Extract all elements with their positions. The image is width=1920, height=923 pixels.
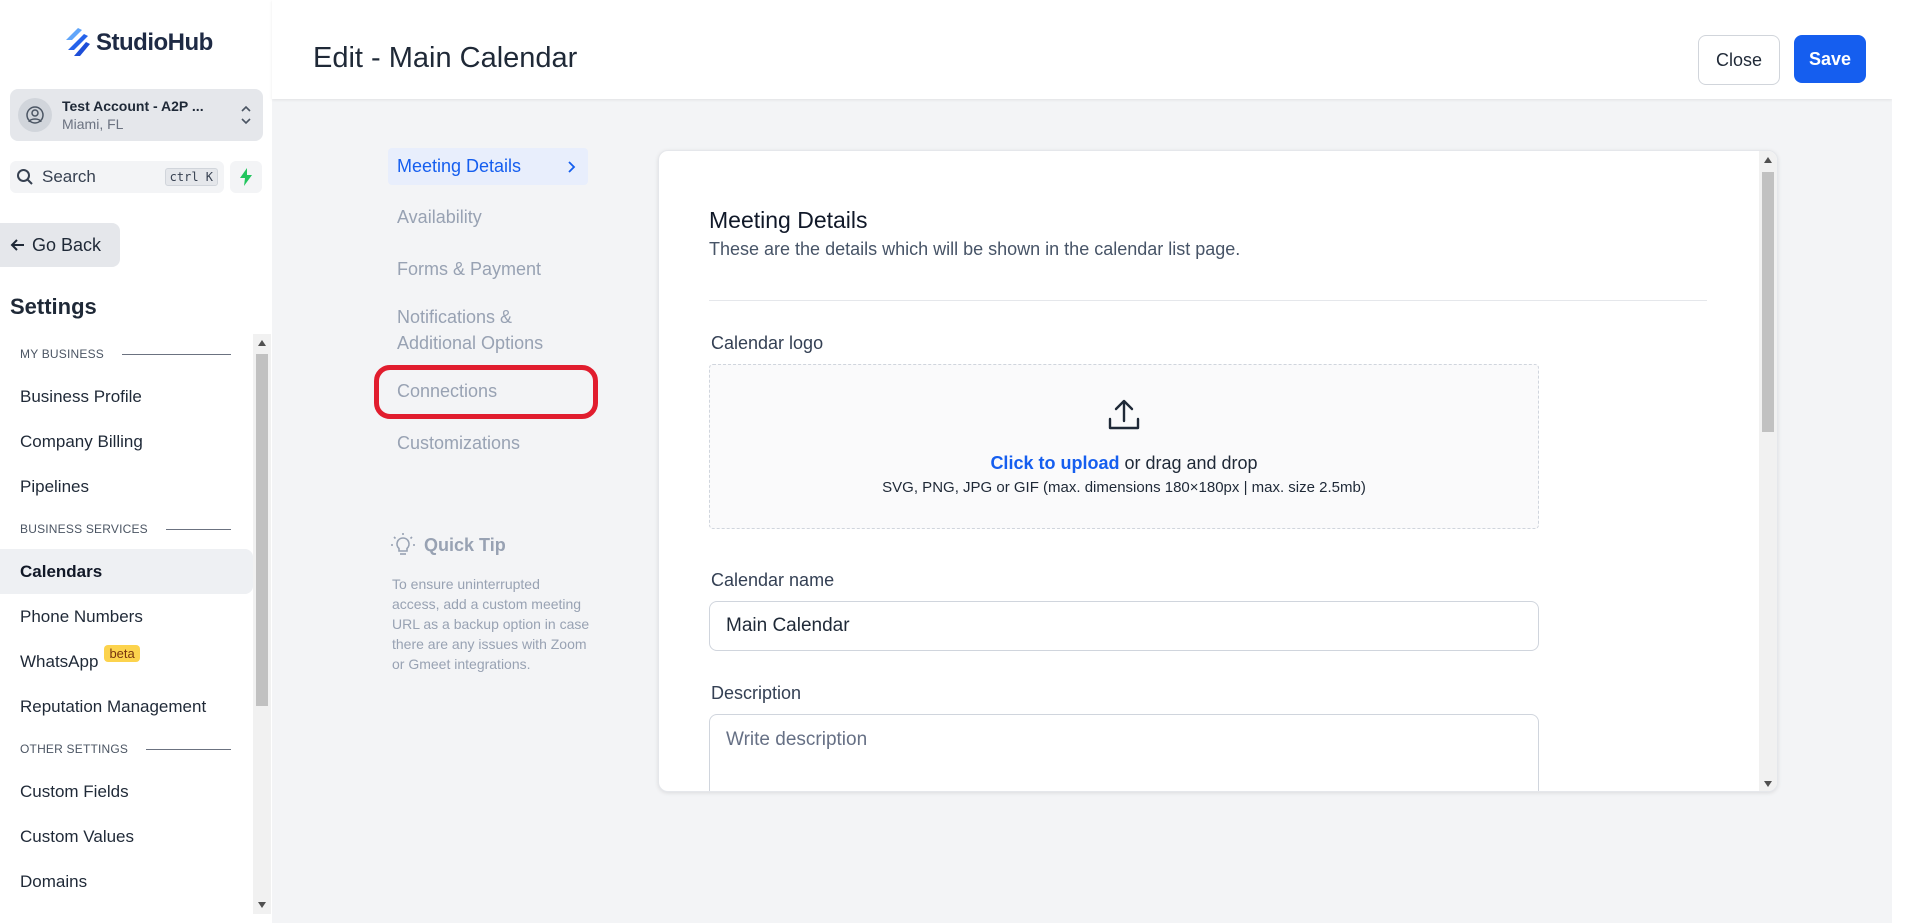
nav-section-business-services: BUSINESS SERVICES xyxy=(0,509,253,549)
search-icon xyxy=(17,169,33,185)
nav-section-other-settings: OTHER SETTINGS xyxy=(0,729,253,769)
settings-title: Settings xyxy=(10,294,97,319)
calendar-logo-label: Calendar logo xyxy=(711,333,824,353)
page-header: Edit - Main Calendar Close Save xyxy=(272,0,1892,99)
calendar-name-input[interactable]: Main Calendar xyxy=(709,601,1539,651)
sidebar-item-business-profile[interactable]: Business Profile xyxy=(0,374,253,419)
beta-badge: beta xyxy=(104,645,140,662)
sidebar-item-pipelines[interactable]: Pipelines xyxy=(0,464,253,509)
nav-section-my-business: MY BUSINESS xyxy=(0,334,253,374)
account-location: Miami, FL xyxy=(62,116,124,132)
tab-meeting-details-label: Meeting Details xyxy=(397,156,522,176)
brand-logo[interactable]: StudioHub xyxy=(64,26,213,60)
brand-name: StudioHub xyxy=(96,29,213,56)
quick-actions-button[interactable] xyxy=(230,161,262,193)
tab-forms-payment[interactable]: Forms & Payment xyxy=(388,243,588,295)
sidebar-item-custom-fields[interactable]: Custom Fields xyxy=(0,769,253,814)
chevron-right-icon xyxy=(568,160,576,173)
page-title: Edit - Main Calendar xyxy=(313,42,578,74)
card-scrollbar[interactable] xyxy=(1759,151,1777,791)
tab-availability[interactable]: Availability xyxy=(388,191,588,243)
tab-meeting-details[interactable]: Meeting Details xyxy=(388,148,588,185)
sidebar-item-custom-values[interactable]: Custom Values xyxy=(0,814,253,859)
page-scrollbar[interactable] xyxy=(1892,0,1920,923)
search-label: Search xyxy=(42,167,96,186)
sidebar-item-phone-numbers[interactable]: Phone Numbers xyxy=(0,594,253,639)
upload-icon xyxy=(1108,399,1140,430)
card-subtitle: These are the details which will be show… xyxy=(709,239,1241,259)
description-textarea[interactable]: Write description xyxy=(709,714,1539,791)
search-input[interactable]: Search ctrl K xyxy=(10,161,224,193)
sidebar-item-calendars[interactable]: Calendars xyxy=(0,549,253,594)
tab-customizations[interactable]: Customizations xyxy=(388,417,588,469)
connections-highlight-annotation xyxy=(374,365,598,419)
lightbulb-icon xyxy=(391,533,415,555)
go-back-label: Go Back xyxy=(32,234,102,255)
scroll-down-arrow-icon[interactable] xyxy=(258,902,266,908)
chevron-up-down-icon xyxy=(239,102,253,128)
tab-connections[interactable]: Connections xyxy=(374,365,598,419)
upload-instruction: Click to upload or drag and drop xyxy=(990,453,1258,473)
settings-nav: MY BUSINESS Business Profile Company Bil… xyxy=(0,334,253,914)
sidebar-item-whatsapp[interactable]: WhatsApp beta xyxy=(0,639,253,684)
card-divider xyxy=(709,300,1707,301)
quick-tip: Quick Tip To ensure uninterrupted access… xyxy=(390,532,590,674)
card-scroll-up-icon[interactable] xyxy=(1764,157,1772,163)
arrow-left-icon xyxy=(10,239,24,251)
card-scrollbar-thumb[interactable] xyxy=(1762,172,1774,432)
save-button[interactable]: Save xyxy=(1794,35,1866,83)
card-title: Meeting Details xyxy=(709,207,868,233)
click-to-upload-link[interactable]: Click to upload xyxy=(990,453,1119,473)
location-user-icon xyxy=(26,106,44,124)
sidebar-item-reputation[interactable]: Reputation Management xyxy=(0,684,253,729)
sidebar-item-whatsapp-label: WhatsApp xyxy=(20,651,99,671)
quick-tip-body: To ensure uninterrupted access, add a cu… xyxy=(392,576,590,672)
sidebar-item-domains[interactable]: Domains xyxy=(0,859,253,904)
upload-hint: SVG, PNG, JPG or GIF (max. dimensions 18… xyxy=(882,479,1366,496)
edit-steps-nav: Meeting Details Availability Forms & Pay… xyxy=(374,148,598,469)
sidebar-item-company-billing[interactable]: Company Billing xyxy=(0,419,253,464)
account-avatar xyxy=(18,98,52,132)
description-label: Description xyxy=(711,683,802,703)
sidebar: StudioHub Test Account - A2P ... Miami, … xyxy=(0,0,272,923)
scroll-up-arrow-icon[interactable] xyxy=(258,340,266,346)
sidebar-scrollbar[interactable] xyxy=(253,334,271,914)
tab-notifications-line1: Notifications & xyxy=(397,307,513,327)
sidebar-scrollbar-thumb[interactable] xyxy=(256,354,268,706)
tab-notifications[interactable]: Notifications & Additional Options xyxy=(388,295,588,365)
card-scroll-down-icon[interactable] xyxy=(1764,781,1772,787)
quick-tip-title: Quick Tip xyxy=(424,534,506,555)
logo-upload-dropzone[interactable]: Click to upload or drag and drop SVG, PN… xyxy=(709,364,1539,529)
tab-notifications-line2: Additional Options xyxy=(397,333,544,353)
search-shortcut: ctrl K xyxy=(164,168,218,186)
lightning-icon xyxy=(240,168,252,186)
meeting-details-card: Meeting Details These are the details wh… xyxy=(658,150,1778,792)
close-button[interactable]: Close xyxy=(1698,35,1780,85)
calendar-name-label: Calendar name xyxy=(711,570,835,590)
go-back-button[interactable]: Go Back xyxy=(0,223,120,267)
account-switcher[interactable]: Test Account - A2P ... Miami, FL xyxy=(10,89,263,141)
brand-logo-icon xyxy=(66,28,90,56)
account-name: Test Account - A2P ... xyxy=(62,98,204,114)
